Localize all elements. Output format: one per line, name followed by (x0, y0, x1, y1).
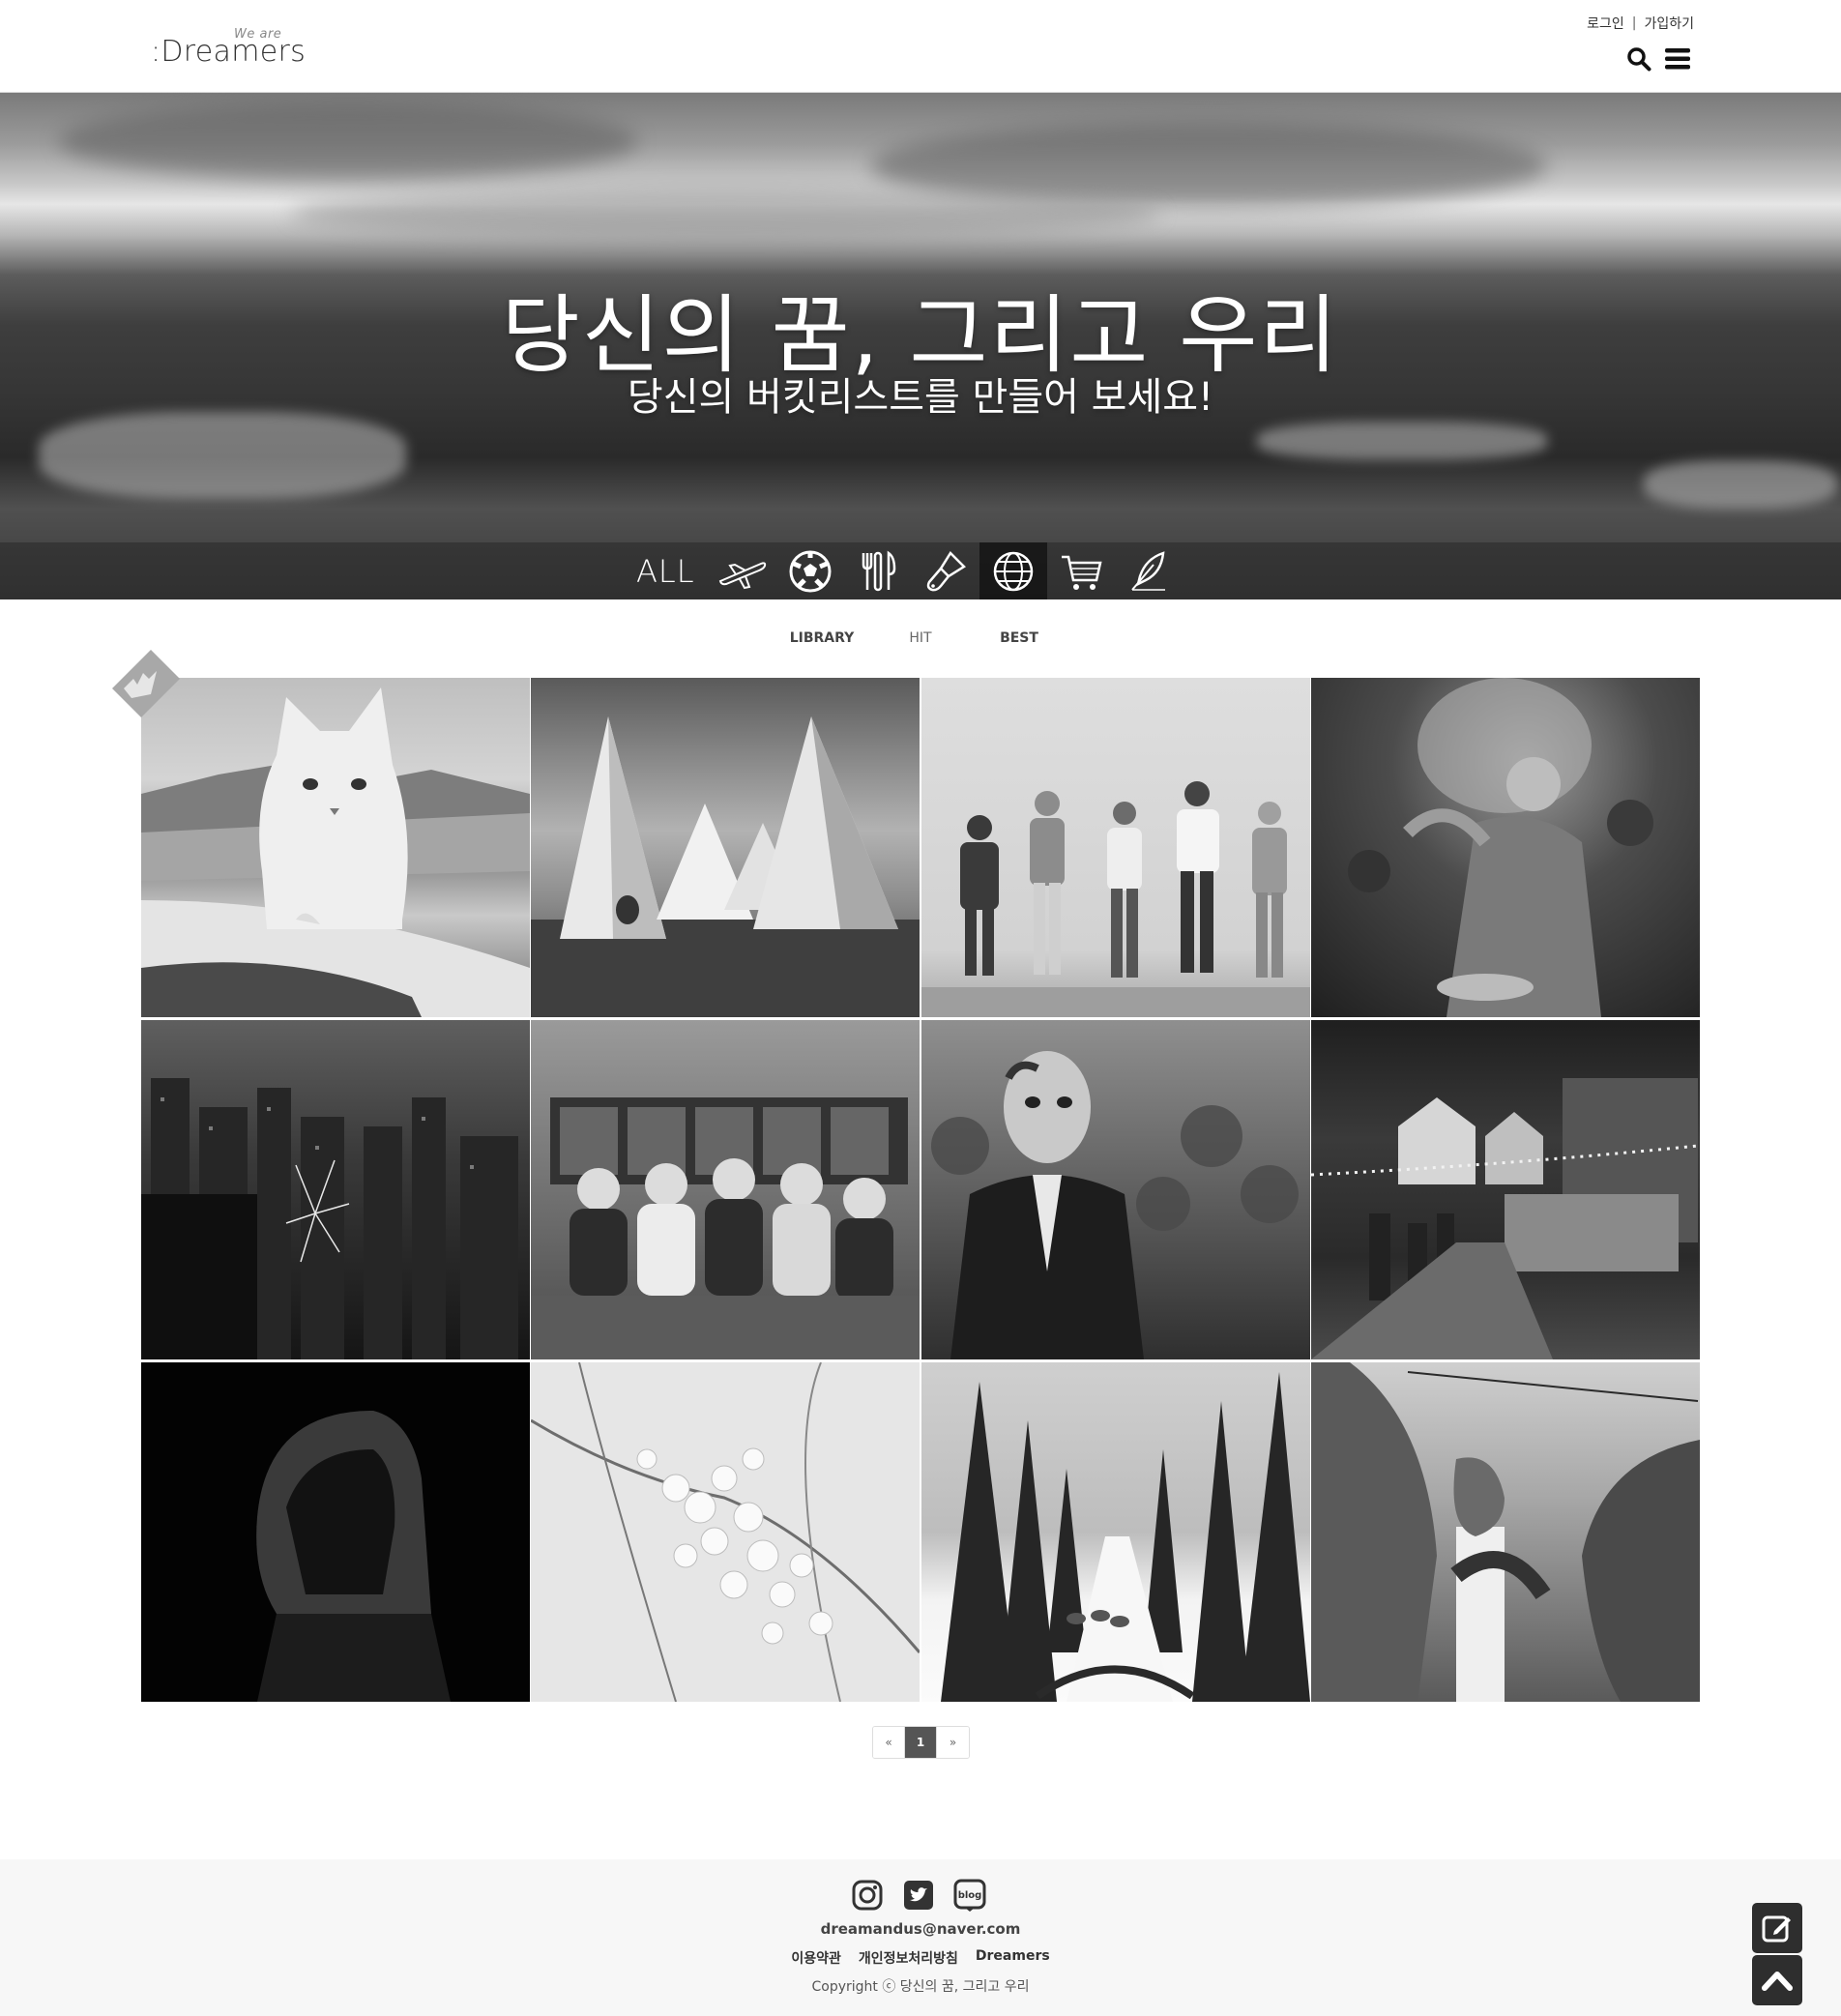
social-links: blog (851, 1879, 986, 1915)
soccer-ball-icon[interactable] (776, 542, 844, 599)
gallery-item-group[interactable] (920, 678, 1310, 1017)
contact-email[interactable]: dreamandus@naver.com (0, 1920, 1841, 1938)
logo-text: :Dreamers (151, 35, 307, 69)
hero-banner: 당신의 꿈, 그리고 우리 당신의 버킷리스트를 만들어 보세요! ALL (0, 93, 1841, 599)
pagination: « 1 » (872, 1726, 970, 1759)
footer-link-terms[interactable]: 이용약관 (791, 1948, 841, 1968)
feather-pen-icon[interactable] (1115, 542, 1183, 599)
copyright: Copyright ⓒ 당신의 꿈, 그리고 우리 (811, 1979, 1030, 1995)
signup-link[interactable]: 가입하기 (1644, 14, 1694, 33)
footer-links: 이용약관 개인정보처리방침 Dreamers (0, 1948, 1841, 1968)
hero-subtitle: 당신의 버킷리스트를 만들어 보세요! (627, 375, 1214, 420)
shopping-cart-icon[interactable] (1047, 542, 1115, 599)
gallery-item-blossom[interactable] (531, 1362, 920, 1702)
gallery-grid (141, 678, 1700, 1703)
twitter-icon[interactable] (903, 1880, 934, 1914)
blog-icon-text: blog (958, 1890, 982, 1901)
login-link[interactable]: 로그인 (1587, 14, 1624, 33)
footer-link-privacy[interactable]: 개인정보처리방침 (859, 1948, 958, 1968)
instagram-icon[interactable] (851, 1879, 884, 1915)
gallery-item-wrestlers[interactable] (1310, 1362, 1700, 1702)
paintbrush-icon[interactable] (912, 542, 979, 599)
search-icon[interactable] (1626, 46, 1651, 72)
tab-hit[interactable]: HIT (871, 630, 970, 646)
crown-icon (112, 650, 180, 717)
write-button[interactable] (1752, 1903, 1802, 1953)
footer-link-dreamers[interactable]: Dreamers (976, 1948, 1050, 1968)
auth-links: 로그인 | 가입하기 (1587, 14, 1694, 33)
gallery-item-zombie[interactable] (920, 1020, 1310, 1359)
pagination-prev[interactable]: « (873, 1727, 905, 1758)
fork-knife-icon[interactable] (844, 542, 912, 599)
gallery-item-dogsled[interactable] (920, 1362, 1310, 1702)
tab-best[interactable]: BEST (970, 630, 1068, 646)
category-all[interactable]: ALL (627, 542, 707, 599)
pagination-page-current[interactable]: 1 (905, 1727, 937, 1758)
header-icons (1626, 46, 1690, 72)
auth-separator: | (1631, 15, 1637, 31)
gallery-item-hooded[interactable] (141, 1362, 530, 1702)
blog-icon[interactable]: blog (953, 1879, 986, 1915)
scroll-top-button[interactable] (1752, 1955, 1802, 2005)
tab-library[interactable]: LIBRARY (773, 630, 871, 646)
category-bar: ALL (0, 542, 1841, 599)
gallery-item-party[interactable] (531, 1020, 920, 1359)
site-header: We are :Dreamers 로그인 | 가입하기 (0, 0, 1841, 93)
globe-icon[interactable] (979, 542, 1047, 599)
edit-icon (1762, 1915, 1791, 1943)
sort-tabs: LIBRARY HIT BEST (0, 630, 1841, 646)
gallery-item-market[interactable] (1310, 1020, 1700, 1359)
menu-icon[interactable] (1665, 47, 1690, 71)
chevron-up-icon (1762, 1972, 1793, 1991)
site-footer: blog dreamandus@naver.com 이용약관 개인정보처리방침 … (0, 1859, 1841, 2016)
gallery-item-holi[interactable] (1310, 678, 1700, 1017)
airplane-icon[interactable] (707, 542, 776, 599)
gallery-item-cat[interactable] (141, 678, 530, 1017)
logo[interactable]: We are :Dreamers (151, 25, 306, 69)
pagination-next[interactable]: » (937, 1727, 969, 1758)
gallery-item-teepees[interactable] (531, 678, 920, 1017)
gallery-item-city[interactable] (141, 1020, 530, 1359)
